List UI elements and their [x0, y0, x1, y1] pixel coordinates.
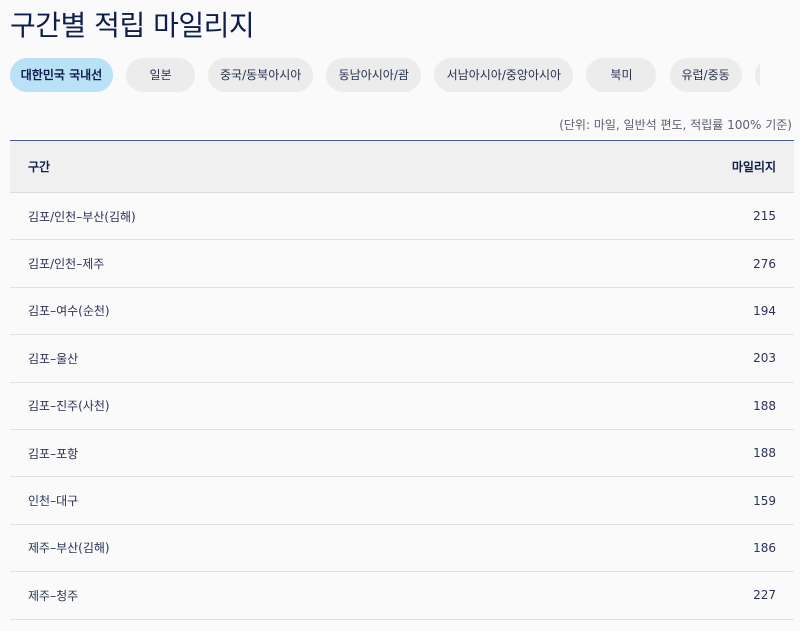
- table-row: 제주–청주 227: [10, 572, 794, 620]
- tab-domestic[interactable]: 대한민국 국내선: [10, 58, 113, 92]
- route-cell: 김포–여수(순천): [28, 304, 110, 319]
- mileage-cell: 186: [753, 540, 776, 555]
- route-cell: 제주–청주: [28, 588, 79, 603]
- tab-southeast-asia-guam[interactable]: 동남아시아/괌: [326, 58, 422, 92]
- mileage-cell: 276: [753, 256, 776, 271]
- route-cell: 김포–울산: [28, 351, 79, 366]
- table-row: 김포–여수(순천) 194: [10, 287, 794, 336]
- table-row: 김포–울산 203: [10, 335, 794, 383]
- route-cell: 김포/인천–제주: [28, 257, 105, 272]
- table-row: 김포/인천–부산(김해) 215: [10, 193, 794, 241]
- mileage-cell: 203: [753, 351, 776, 366]
- tab-oceania[interactable]: 대양: [754, 58, 760, 92]
- mileage-cell: 188: [753, 398, 776, 413]
- mileage-cell: 215: [753, 209, 776, 224]
- region-tabs: 대한민국 국내선 일본 중국/동북아시아 동남아시아/괌 서남아시아/중앙아시아…: [10, 58, 760, 92]
- route-cell: 김포–진주(사천): [28, 399, 110, 414]
- table-row: 김포–포항 188: [10, 429, 794, 478]
- route-cell: 인천–대구: [28, 494, 79, 509]
- tab-china-northeast-asia[interactable]: 중국/동북아시아: [208, 58, 314, 92]
- tab-japan[interactable]: 일본: [126, 58, 196, 92]
- table-row: 제주–부산(김해) 186: [10, 524, 794, 573]
- tab-europe-middle-east[interactable]: 유럽/중동: [669, 58, 742, 92]
- route-cell: 제주–부산(김해): [28, 541, 110, 556]
- page-title: 구간별 적립 마일리지: [10, 9, 255, 42]
- unit-note: (단위: 마일, 일반석 편도, 적립률 100% 기준): [559, 118, 792, 132]
- route-cell: 김포–포항: [28, 446, 79, 461]
- mileage-cell: 159: [753, 493, 776, 508]
- route-cell: 김포/인천–부산(김해): [28, 209, 136, 224]
- tab-north-america[interactable]: 북미: [586, 58, 657, 92]
- tab-southwest-central-asia[interactable]: 서남아시아/중앙아시아: [434, 58, 574, 92]
- mileage-cell: 188: [753, 446, 776, 461]
- table-row: 인천–대구 159: [10, 477, 794, 525]
- mileage-cell: 227: [753, 588, 776, 603]
- header-mileage: 마일리지: [731, 160, 776, 174]
- table-row: 김포/인천–제주 276: [10, 240, 794, 288]
- header-route: 구간: [28, 160, 51, 174]
- mileage-table: 구간 마일리지 김포/인천–부산(김해) 215 김포/인천–제주 276 김포…: [10, 140, 794, 620]
- mileage-cell: 194: [753, 303, 776, 318]
- table-header: 구간 마일리지: [10, 141, 794, 193]
- table-row: 김포–진주(사천) 188: [10, 382, 794, 430]
